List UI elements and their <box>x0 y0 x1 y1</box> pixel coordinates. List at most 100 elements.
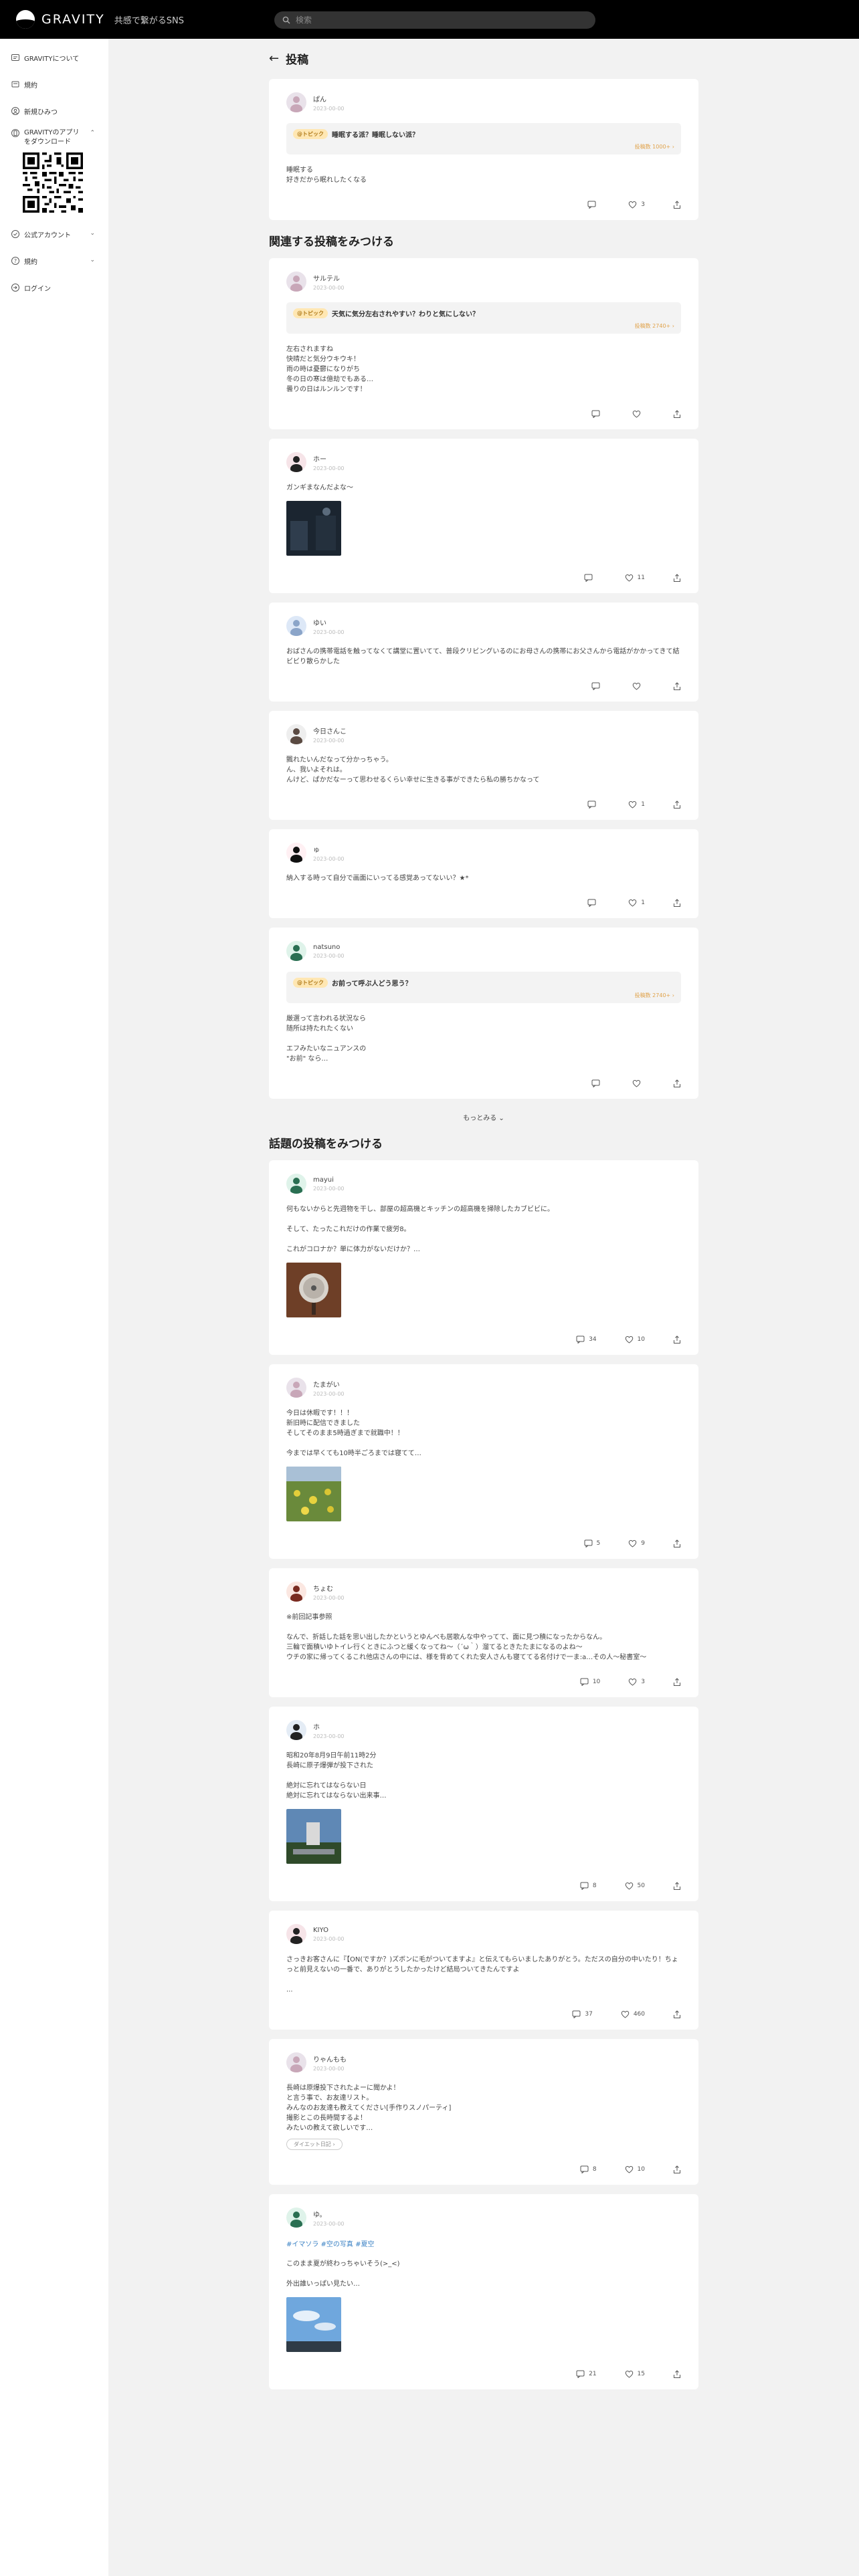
share-button[interactable] <box>673 800 681 809</box>
sidebar-item-terms[interactable]: 規約 <box>0 71 108 98</box>
avatar[interactable] <box>286 843 306 863</box>
logo[interactable]: GRAVITY 共感で繋がるSNS <box>16 10 270 29</box>
avatar[interactable] <box>286 616 306 636</box>
avatar[interactable] <box>286 92 306 112</box>
username[interactable]: ゆい <box>313 617 345 627</box>
comment-button[interactable] <box>587 899 600 907</box>
username[interactable]: ゅ <box>313 844 345 854</box>
username[interactable]: ゆ。 <box>313 2209 345 2219</box>
sidebar-item-help[interactable]: ? 規約 ⌄ <box>0 247 108 274</box>
username[interactable]: ホ <box>313 1721 345 1731</box>
back-arrow-icon[interactable]: ← <box>269 51 279 66</box>
like-button[interactable]: 1 <box>628 800 645 809</box>
like-button[interactable]: 1 <box>628 899 645 907</box>
post-user[interactable]: ホー 2023-00-00 <box>286 452 681 472</box>
post-card[interactable]: ホ 2023-00-00 昭和20年8月9日午前11時2分 長崎に原子爆弾が投下され… <box>269 1707 698 1901</box>
username[interactable]: ちょむ <box>313 1583 345 1593</box>
share-button[interactable] <box>673 898 681 907</box>
post-user[interactable]: ゆ。 2023-00-00 <box>286 2208 681 2228</box>
post-image[interactable] <box>286 501 341 556</box>
post-user[interactable]: KIYO 2023-00-00 <box>286 1924 681 1944</box>
post-card[interactable]: mayui 2023-00-00 何もないからと先週物を干し、部屋の超高機とキッチン… <box>269 1160 698 1355</box>
avatar[interactable] <box>286 941 306 961</box>
post-user[interactable]: ぱん 2023-00-00 <box>286 92 681 112</box>
share-button[interactable] <box>673 1539 681 1548</box>
comment-button[interactable]: 34 <box>576 1335 597 1344</box>
chevron-up-icon[interactable]: ⌃ <box>90 130 95 136</box>
comment-button[interactable]: 5 <box>584 1539 600 1547</box>
topic-count[interactable]: 投稿数 2740+ › <box>293 322 674 330</box>
post-card[interactable]: ゆい 2023-00-00 おばさんの携帯電話を触ってなくて講堂に置いてて、普段クリ… <box>269 603 698 702</box>
username[interactable]: 今日さんこ <box>313 726 347 736</box>
post-card[interactable]: りゃんもも 2023-00-00 長崎は原爆投下されたよーに聞かよ！ と言う事で、お… <box>269 2039 698 2185</box>
post-card[interactable]: natsuno 2023-00-00 @トピック お前って呼ぶ人どう思う？ 投稿数 27… <box>269 928 698 1099</box>
comment-button[interactable] <box>584 574 597 582</box>
post-card[interactable]: ホー 2023-00-00 ガンギまなんだよな～ 11 <box>269 439 698 593</box>
avatar[interactable] <box>286 724 306 744</box>
username[interactable]: りゃんもも <box>313 2054 347 2064</box>
share-button[interactable] <box>673 1677 681 1687</box>
username[interactable]: KIYO <box>313 1927 345 1934</box>
post-user[interactable]: たまがい 2023-00-00 <box>286 1378 681 1398</box>
sidebar-item-new[interactable]: 新規ひみつ <box>0 98 108 124</box>
post-card-main[interactable]: ぱん 2023-00-00 @トピック 睡眠する派？睡眠しない派？ 投稿数 10… <box>269 79 698 220</box>
sidebar-item-login[interactable]: ログイン <box>0 274 108 301</box>
username[interactable]: ホー <box>313 453 345 463</box>
like-button[interactable]: 11 <box>625 574 645 582</box>
avatar[interactable] <box>286 1720 306 1740</box>
post-user[interactable]: ゆい 2023-00-00 <box>286 616 681 636</box>
avatar[interactable] <box>286 1924 306 1944</box>
show-more-button[interactable]: もっとみる ⌄ <box>269 1112 698 1122</box>
sidebar-item-about[interactable]: GRAVITYについて <box>0 44 108 71</box>
search-bar[interactable] <box>274 11 595 29</box>
avatar[interactable] <box>286 2052 306 2072</box>
post-image[interactable] <box>286 1809 341 1864</box>
like-button[interactable]: 15 <box>625 2370 645 2378</box>
topic-count[interactable]: 投稿数 2740+ › <box>293 992 674 999</box>
share-button[interactable] <box>673 409 681 419</box>
topic-chip[interactable]: ダイエット日記 › <box>286 2139 343 2150</box>
like-button[interactable]: 3 <box>628 1678 645 1686</box>
avatar[interactable] <box>286 452 306 472</box>
comment-button[interactable] <box>591 1079 604 1087</box>
username[interactable]: サルテル <box>313 273 345 283</box>
post-card[interactable]: ちょむ 2023-00-00 ※前回記事参照 なんで、折話した話を思い出したかという… <box>269 1568 698 1697</box>
topic-box[interactable]: @トピック 天気に気分左右されやすい？わりと気にしない？ 投稿数 2740+ › <box>286 302 681 334</box>
post-card[interactable]: KIYO 2023-00-00 さっきお客さんに『【ON(ですか？)ズボンに毛がつい… <box>269 1911 698 2030</box>
like-button[interactable]: 3 <box>628 201 645 209</box>
sidebar-item-official[interactable]: 公式アカウント ⌄ <box>0 221 108 247</box>
search-input[interactable] <box>296 15 577 25</box>
share-button[interactable] <box>673 1335 681 1344</box>
post-card[interactable]: ゅ 2023-00-00 納入する時って自分で画面にいってる感覚あってないい？★* 1 <box>269 829 698 918</box>
post-card[interactable]: 今日さんこ 2023-00-00 飄れたいんだなって分かっちゃう。 ん、我いよそれは… <box>269 711 698 820</box>
avatar[interactable] <box>286 1378 306 1398</box>
username[interactable]: mayui <box>313 1176 345 1184</box>
post-user[interactable]: りゃんもも 2023-00-00 <box>286 2052 681 2072</box>
share-button[interactable] <box>673 2010 681 2019</box>
like-button[interactable]: 10 <box>625 1335 645 1344</box>
post-user[interactable]: 今日さんこ 2023-00-00 <box>286 724 681 744</box>
hashtags[interactable]: #イマソラ #空の写真 #夏空 <box>286 2238 681 2248</box>
comment-button[interactable] <box>591 682 604 690</box>
post-user[interactable]: ゅ 2023-00-00 <box>286 843 681 863</box>
comment-button[interactable] <box>591 410 604 418</box>
post-image[interactable] <box>286 1467 341 1521</box>
post-user[interactable]: natsuno 2023-00-00 <box>286 941 681 961</box>
like-button[interactable]: 460 <box>621 2010 645 2018</box>
share-button[interactable] <box>673 200 681 209</box>
like-button[interactable] <box>632 1079 645 1087</box>
comment-button[interactable]: 21 <box>576 2370 597 2378</box>
post-card[interactable]: たまがい 2023-00-00 今日は休暇です！！！ 新旧時に配信できました そして… <box>269 1364 698 1559</box>
comment-button[interactable]: 8 <box>580 1882 597 1890</box>
avatar[interactable] <box>286 272 306 292</box>
post-user[interactable]: ちょむ 2023-00-00 <box>286 1582 681 1602</box>
like-button[interactable]: 10 <box>625 2165 645 2173</box>
topic-box[interactable]: @トピック 睡眠する派？睡眠しない派？ 投稿数 1000+ › <box>286 123 681 154</box>
avatar[interactable] <box>286 2208 306 2228</box>
share-button[interactable] <box>673 2165 681 2174</box>
share-button[interactable] <box>673 1079 681 1088</box>
username[interactable]: たまがい <box>313 1379 345 1389</box>
like-button[interactable] <box>632 682 645 690</box>
share-button[interactable] <box>673 573 681 582</box>
share-button[interactable] <box>673 2369 681 2379</box>
